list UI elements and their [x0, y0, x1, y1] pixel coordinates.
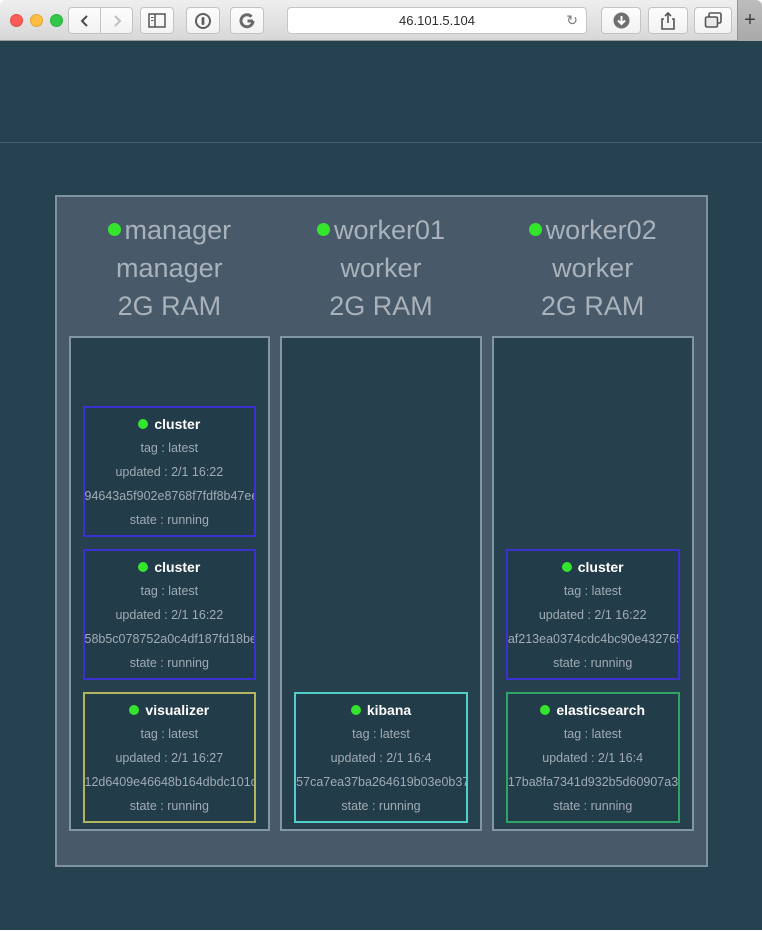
close-window-button[interactable]	[10, 14, 23, 27]
node-header: worker02 worker 2G RAM	[492, 197, 694, 336]
container-status-icon	[138, 419, 148, 429]
container-card-cluster: cluster tag : latest updated : 2/1 16:22…	[506, 549, 680, 680]
node-column-worker01: worker01 worker 2G RAM kibana tag : late…	[280, 197, 482, 865]
node-status-icon	[529, 223, 542, 236]
node-role: worker	[280, 249, 482, 287]
downloads-button[interactable]	[601, 7, 641, 34]
container-tag: tag : latest	[85, 436, 255, 460]
container-state: state : running	[85, 508, 255, 532]
tabs-icon	[704, 12, 723, 29]
container-tag: tag : latest	[296, 722, 466, 746]
node-ram: 2G RAM	[69, 287, 271, 325]
container-updated: updated : 2/1 16:22	[85, 603, 255, 627]
node-column-worker02: worker02 worker 2G RAM cluster tag : lat…	[492, 197, 694, 865]
node-status-icon	[108, 223, 121, 236]
forward-icon	[109, 13, 125, 29]
g-circle-icon	[238, 12, 256, 30]
nodes-panel: manager manager 2G RAM cluster tag : lat…	[55, 195, 708, 867]
node-body: cluster tag : latest updated : 2/1 16:22…	[69, 336, 271, 831]
extension-button[interactable]	[230, 7, 264, 34]
browser-toolbar: 46.101.5.104 ↻ +	[0, 0, 762, 41]
node-name: worker01	[334, 215, 445, 245]
node-ram: 2G RAM	[492, 287, 694, 325]
keyhole-circle-icon	[194, 12, 212, 30]
node-role: manager	[69, 249, 271, 287]
container-card-visualizer: visualizer tag : latest updated : 2/1 16…	[83, 692, 257, 823]
address-text: 46.101.5.104	[399, 13, 475, 28]
container-tag: tag : latest	[508, 722, 678, 746]
onepassword-extension-button[interactable]	[186, 7, 220, 34]
back-button[interactable]	[68, 7, 101, 34]
node-ram: 2G RAM	[280, 287, 482, 325]
download-icon	[612, 11, 631, 30]
container-state: state : running	[296, 794, 466, 818]
container-tag: tag : latest	[85, 722, 255, 746]
container-updated: updated : 2/1 16:27	[85, 746, 255, 770]
container-hash: 12d6409e46648b164dbdc101ce6d5d6	[85, 770, 255, 794]
container-updated: updated : 2/1 16:4	[508, 746, 678, 770]
share-button[interactable]	[648, 7, 688, 34]
new-tab-button[interactable]: +	[737, 0, 762, 41]
sidebar-button[interactable]	[140, 7, 174, 34]
node-status-icon	[317, 223, 330, 236]
container-hash: 58b5c078752a0c4df187fd18be7bff2b	[85, 627, 255, 651]
container-state: state : running	[85, 651, 255, 675]
container-tag: tag : latest	[85, 579, 255, 603]
container-state: state : running	[85, 794, 255, 818]
page-header-band	[0, 41, 762, 143]
forward-button[interactable]	[100, 7, 133, 34]
container-card-kibana: kibana tag : latest updated : 2/1 16:4 5…	[294, 692, 468, 823]
container-tag: tag : latest	[508, 579, 678, 603]
reload-icon[interactable]: ↻	[566, 12, 578, 29]
container-title: cluster	[85, 555, 255, 579]
address-bar[interactable]: 46.101.5.104 ↻	[287, 7, 587, 34]
container-status-icon	[138, 562, 148, 572]
container-hash: 17ba8fa7341d932b5d60907a3f11125	[508, 770, 678, 794]
share-icon	[659, 11, 677, 31]
node-body: kibana tag : latest updated : 2/1 16:4 5…	[280, 336, 482, 831]
container-status-icon	[562, 562, 572, 572]
container-state: state : running	[508, 651, 678, 675]
node-body: cluster tag : latest updated : 2/1 16:22…	[492, 336, 694, 831]
container-status-icon	[129, 705, 139, 715]
node-header: manager manager 2G RAM	[69, 197, 271, 336]
container-card-cluster: cluster tag : latest updated : 2/1 16:22…	[83, 549, 257, 680]
zoom-window-button[interactable]	[50, 14, 63, 27]
tab-overview-button[interactable]	[694, 7, 732, 34]
sidebar-icon	[148, 13, 166, 28]
container-title: elasticsearch	[508, 698, 678, 722]
container-card-cluster: cluster tag : latest updated : 2/1 16:22…	[83, 406, 257, 537]
container-title: cluster	[85, 412, 255, 436]
container-hash: af213ea0374cdc4bc90e432765b49f5f	[508, 627, 678, 651]
node-header: worker01 worker 2G RAM	[280, 197, 482, 336]
container-state: state : running	[508, 794, 678, 818]
container-hash: 57ca7ea37ba264619b03e0b37aa5295	[296, 770, 466, 794]
back-icon	[77, 13, 93, 29]
container-card-elasticsearch: elasticsearch tag : latest updated : 2/1…	[506, 692, 680, 823]
node-column-manager: manager manager 2G RAM cluster tag : lat…	[69, 197, 271, 865]
container-title: cluster	[508, 555, 678, 579]
container-hash: 94643a5f902e8768f7fdf8b47ee58f03	[85, 484, 255, 508]
swarm-visualizer-page: manager manager 2G RAM cluster tag : lat…	[0, 41, 762, 930]
container-title: visualizer	[85, 698, 255, 722]
node-role: worker	[492, 249, 694, 287]
node-name: manager	[125, 215, 232, 245]
minimize-window-button[interactable]	[30, 14, 43, 27]
container-title: kibana	[296, 698, 466, 722]
container-updated: updated : 2/1 16:22	[508, 603, 678, 627]
container-updated: updated : 2/1 16:22	[85, 460, 255, 484]
node-name: worker02	[546, 215, 657, 245]
container-status-icon	[540, 705, 550, 715]
container-status-icon	[351, 705, 361, 715]
container-updated: updated : 2/1 16:4	[296, 746, 466, 770]
